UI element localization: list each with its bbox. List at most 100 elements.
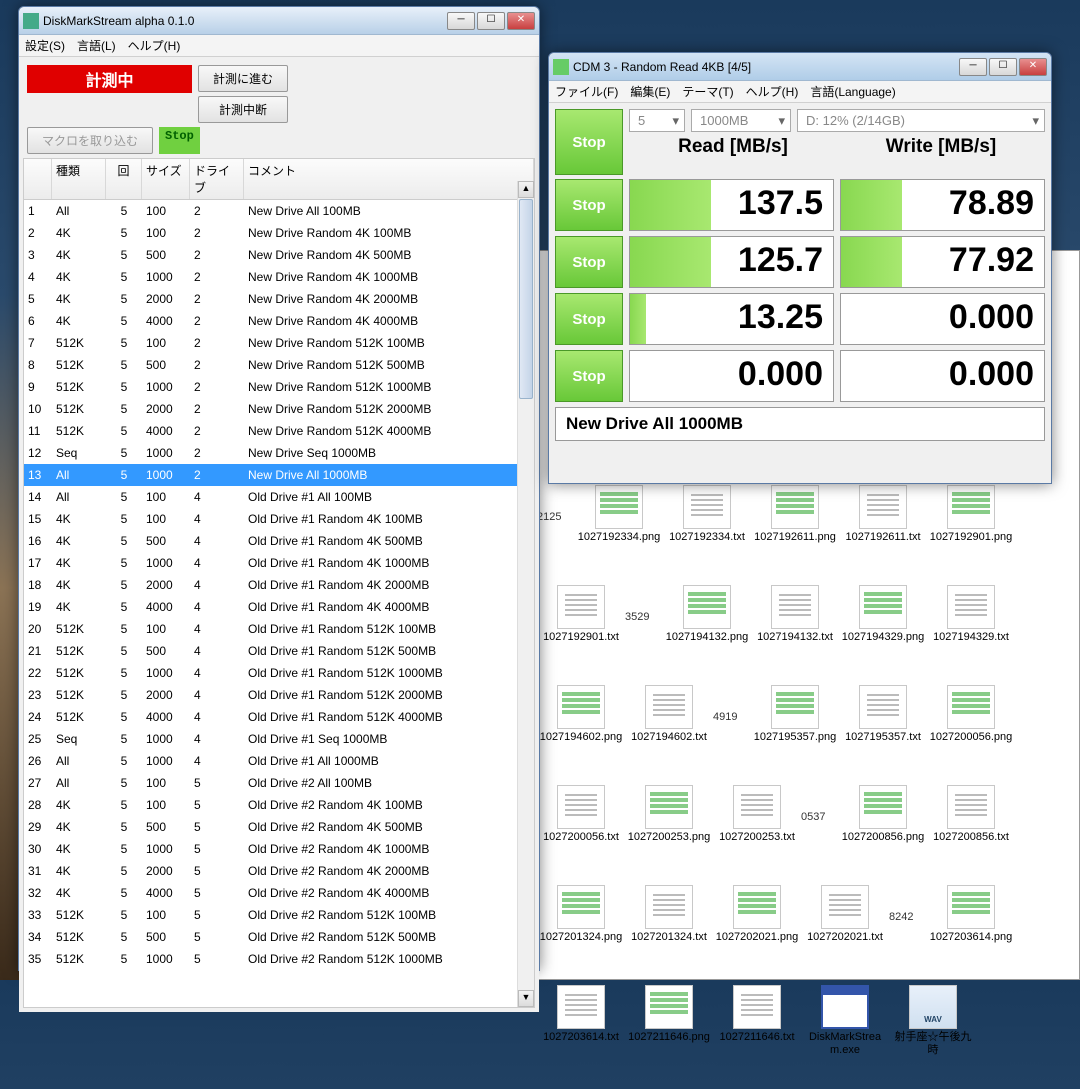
file-item[interactable]: 1027194602.txt: [625, 681, 713, 781]
table-row[interactable]: 324K540005Old Drive #2 Random 4K 4000MB: [24, 882, 534, 904]
table-row[interactable]: 284K51005Old Drive #2 Random 4K 100MB: [24, 794, 534, 816]
file-item[interactable]: 1027200253.txt: [713, 781, 801, 881]
file-item[interactable]: 1027200856.png: [839, 781, 927, 881]
table-row[interactable]: 184K520004Old Drive #1 Random 4K 2000MB: [24, 574, 534, 596]
file-item[interactable]: 1027211646.txt: [713, 981, 801, 1081]
table-row[interactable]: 194K540004Old Drive #1 Random 4K 4000MB: [24, 596, 534, 618]
table-row[interactable]: 22512K510004Old Drive #1 Random 512K 100…: [24, 662, 534, 684]
cdm-menu-theme[interactable]: テーマ(T): [682, 83, 733, 100]
file-item[interactable]: 1027194132.png: [663, 581, 751, 681]
size-dropdown[interactable]: 1000MB: [691, 109, 791, 132]
table-row[interactable]: 20512K51004Old Drive #1 Random 512K 100M…: [24, 618, 534, 640]
table-row[interactable]: 12Seq510002New Drive Seq 1000MB: [24, 442, 534, 464]
file-item[interactable]: 1027192901.txt: [537, 581, 625, 681]
file-item[interactable]: 1027195357.txt: [839, 681, 927, 781]
table-row[interactable]: 27All51005Old Drive #2 All 100MB: [24, 772, 534, 794]
file-item[interactable]: 1027211646.png: [625, 981, 713, 1081]
file-item[interactable]: 射手座☆午後九時: [889, 981, 977, 1081]
file-item[interactable]: 1027192334.png: [575, 481, 663, 581]
close-button[interactable]: ✕: [507, 12, 535, 30]
file-item[interactable]: 1027194132.txt: [751, 581, 839, 681]
file-item[interactable]: 1027203614.txt: [537, 981, 625, 1081]
scroll-up-icon[interactable]: ▲: [518, 181, 534, 198]
dms-titlebar[interactable]: DiskMarkStream alpha 0.1.0 ─ ☐ ✕: [19, 7, 539, 35]
table-row[interactable]: 154K51004Old Drive #1 Random 4K 100MB: [24, 508, 534, 530]
table-row[interactable]: 64K540002New Drive Random 4K 4000MB: [24, 310, 534, 332]
menu-settings[interactable]: 設定(S): [25, 37, 65, 54]
table-row[interactable]: 174K510004Old Drive #1 Random 4K 1000MB: [24, 552, 534, 574]
file-item[interactable]: 1027192334.txt: [663, 481, 751, 581]
file-item[interactable]: 1027200856.txt: [927, 781, 1015, 881]
file-item[interactable]: 1027201324.txt: [625, 881, 713, 981]
file-item[interactable]: 1027201324.png: [537, 881, 625, 981]
maximize-button[interactable]: ☐: [477, 12, 505, 30]
file-item[interactable]: 1027195357.png: [751, 681, 839, 781]
table-row[interactable]: 24512K540004Old Drive #1 Random 512K 400…: [24, 706, 534, 728]
col-comment[interactable]: コメント: [244, 159, 534, 199]
file-item[interactable]: 1027192611.txt: [839, 481, 927, 581]
load-macro-button[interactable]: マクロを取り込む: [27, 127, 153, 154]
file-item[interactable]: 1027200056.png: [927, 681, 1015, 781]
file-item[interactable]: DiskMarkStream.exe: [801, 981, 889, 1081]
scroll-thumb[interactable]: [519, 199, 533, 399]
cdm-titlebar[interactable]: CDM 3 - Random Read 4KB [4/5] ─ ☐ ✕: [549, 53, 1051, 81]
file-item[interactable]: 1027200056.txt: [537, 781, 625, 881]
col-size[interactable]: サイズ: [142, 159, 190, 199]
cdm-menu-edit[interactable]: 編集(E): [630, 83, 670, 100]
abort-button[interactable]: 計測中断: [198, 96, 288, 123]
cdm-menu-file[interactable]: ファイル(F): [555, 83, 618, 100]
table-row[interactable]: 34K55002New Drive Random 4K 500MB: [24, 244, 534, 266]
cdm-menu-help[interactable]: ヘルプ(H): [746, 83, 799, 100]
table-row[interactable]: 10512K520002New Drive Random 512K 2000MB: [24, 398, 534, 420]
drive-dropdown[interactable]: D: 12% (2/14GB): [797, 109, 1045, 132]
scroll-down-icon[interactable]: ▼: [518, 990, 534, 1007]
file-item[interactable]: 1027192611.png: [751, 481, 839, 581]
table-row[interactable]: 294K55005Old Drive #2 Random 4K 500MB: [24, 816, 534, 838]
table-row[interactable]: 1All51002New Drive All 100MB: [24, 200, 534, 222]
table-row[interactable]: 13All510002New Drive All 1000MB: [24, 464, 534, 486]
table-row[interactable]: 44K510002New Drive Random 4K 1000MB: [24, 266, 534, 288]
table-row[interactable]: 35512K510005Old Drive #2 Random 512K 100…: [24, 948, 534, 970]
table-row[interactable]: 23512K520004Old Drive #1 Random 512K 200…: [24, 684, 534, 706]
file-item[interactable]: 1027200253.png: [625, 781, 713, 881]
minimize-button[interactable]: ─: [447, 12, 475, 30]
table-row[interactable]: 11512K540002New Drive Random 512K 4000MB: [24, 420, 534, 442]
table-row[interactable]: 314K520005Old Drive #2 Random 4K 2000MB: [24, 860, 534, 882]
table-row[interactable]: 304K510005Old Drive #2 Random 4K 1000MB: [24, 838, 534, 860]
file-item[interactable]: 1027202021.txt: [801, 881, 889, 981]
count-dropdown[interactable]: 5: [629, 109, 685, 132]
file-item[interactable]: 1027202021.png: [713, 881, 801, 981]
table-row[interactable]: 7512K51002New Drive Random 512K 100MB: [24, 332, 534, 354]
file-item[interactable]: 1027194602.png: [537, 681, 625, 781]
table-row[interactable]: 21512K55004Old Drive #1 Random 512K 500M…: [24, 640, 534, 662]
vertical-scrollbar[interactable]: ▲ ▼: [517, 181, 534, 1007]
proceed-button[interactable]: 計測に進む: [198, 65, 288, 92]
cdm-stop-button-2[interactable]: Stop: [555, 293, 623, 345]
table-row[interactable]: 54K520002New Drive Random 4K 2000MB: [24, 288, 534, 310]
col-drive[interactable]: ドライブ: [190, 159, 244, 199]
cdm-stop-button-1[interactable]: Stop: [555, 236, 623, 288]
file-item[interactable]: 1027194329.png: [839, 581, 927, 681]
table-row[interactable]: 164K55004Old Drive #1 Random 4K 500MB: [24, 530, 534, 552]
cdm-all-stop-button[interactable]: Stop: [555, 109, 623, 175]
cdm-minimize-button[interactable]: ─: [959, 58, 987, 76]
table-row[interactable]: 24K51002New Drive Random 4K 100MB: [24, 222, 534, 244]
cdm-stop-button-3[interactable]: Stop: [555, 350, 623, 402]
file-item[interactable]: 1027194329.txt: [927, 581, 1015, 681]
table-row[interactable]: 14All51004Old Drive #1 All 100MB: [24, 486, 534, 508]
file-item[interactable]: 1027192901.png: [927, 481, 1015, 581]
cdm-maximize-button[interactable]: ☐: [989, 58, 1017, 76]
menu-help[interactable]: ヘルプ(H): [128, 37, 181, 54]
menu-language[interactable]: 言語(L): [77, 37, 116, 54]
table-row[interactable]: 9512K510002New Drive Random 512K 1000MB: [24, 376, 534, 398]
cdm-close-button[interactable]: ✕: [1019, 58, 1047, 76]
cdm-menu-lang[interactable]: 言語(Language): [810, 83, 895, 100]
file-item[interactable]: 1027203614.png: [927, 881, 1015, 981]
table-row[interactable]: 33512K51005Old Drive #2 Random 512K 100M…: [24, 904, 534, 926]
table-row[interactable]: 8512K55002New Drive Random 512K 500MB: [24, 354, 534, 376]
col-count[interactable]: 回: [106, 159, 142, 199]
table-row[interactable]: 26All510004Old Drive #1 All 1000MB: [24, 750, 534, 772]
col-type[interactable]: 種類: [52, 159, 106, 199]
table-row[interactable]: 25Seq510004Old Drive #1 Seq 1000MB: [24, 728, 534, 750]
cdm-stop-button-0[interactable]: Stop: [555, 179, 623, 231]
